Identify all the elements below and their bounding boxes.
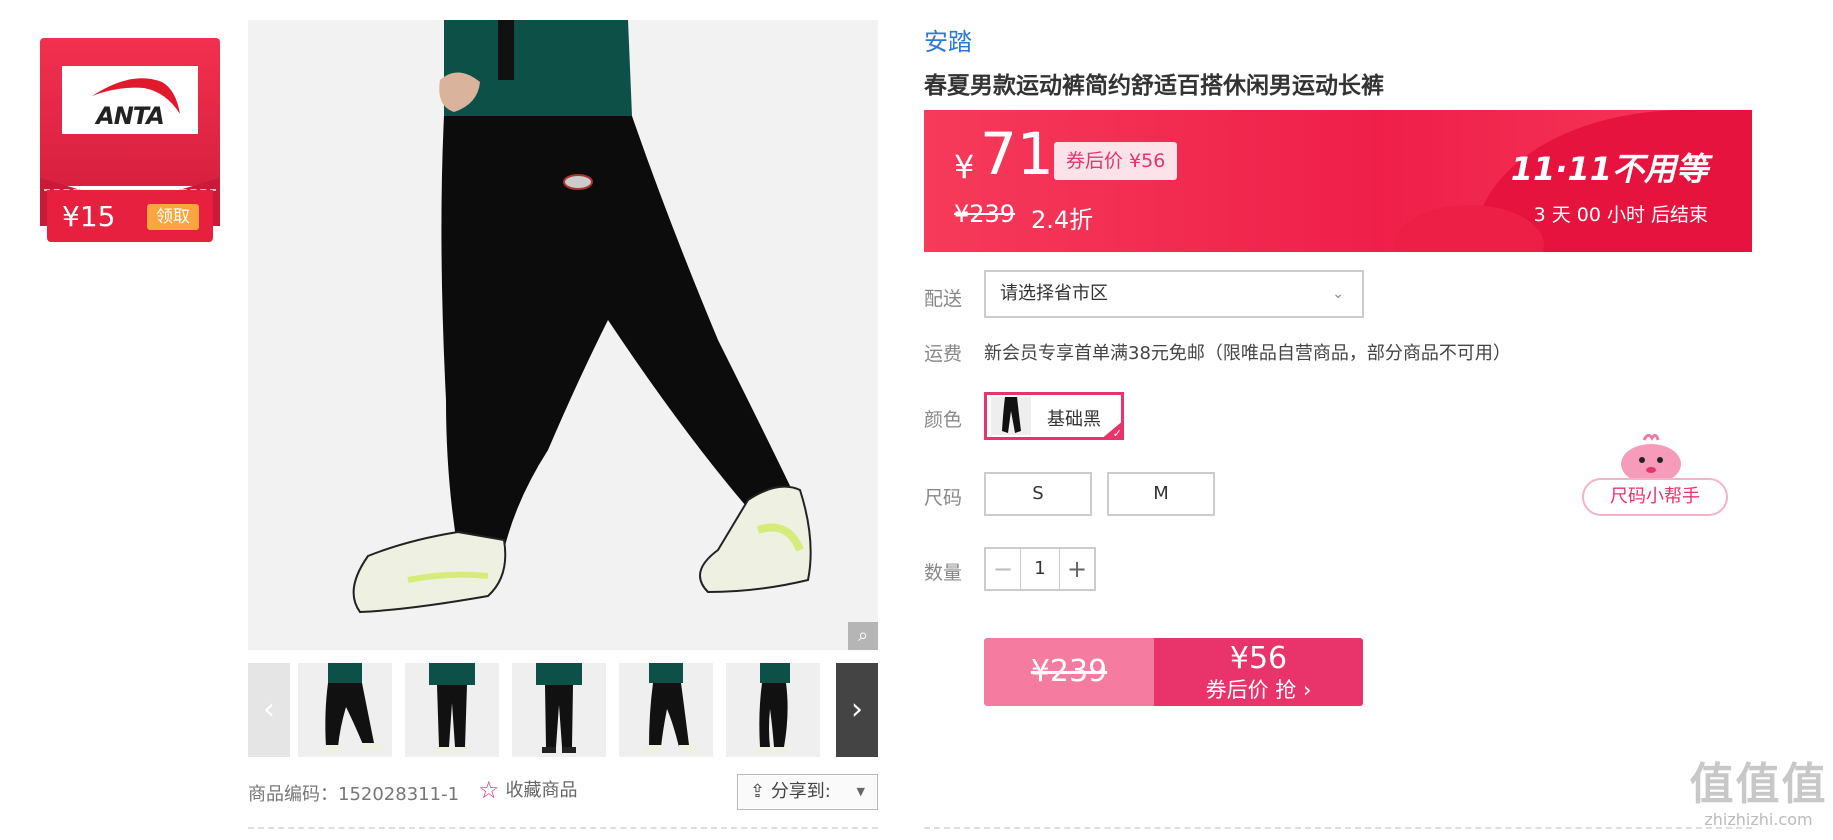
buy-cta-label: 券后价 抢 ›	[1205, 678, 1312, 702]
divider	[924, 827, 1752, 829]
caret-down-icon: ▼	[856, 785, 865, 798]
size-option-s[interactable]: S	[984, 472, 1092, 516]
after-coupon-badge: 券后价 ¥56	[1054, 142, 1178, 180]
thumbnail-image	[726, 663, 820, 757]
logo-text: ANTA	[96, 102, 165, 130]
color-name: 基础黑	[1047, 409, 1101, 430]
region-select[interactable]: 请选择省市区 ⌄	[984, 270, 1364, 318]
thumbnail[interactable]	[726, 663, 820, 757]
quantity-input[interactable]: 1	[1020, 549, 1060, 589]
product-title: 春夏男款运动裤简约舒适百搭休闲男运动长裤	[924, 73, 1384, 99]
product-sku: 商品编码：152028311-1	[248, 784, 460, 805]
anta-logo: ANTA	[62, 66, 198, 134]
thumbnail[interactable]	[619, 663, 713, 757]
divider	[248, 827, 878, 829]
size-helper[interactable]: 尺码小帮手	[1582, 432, 1730, 518]
decrease-quantity-button[interactable]: −	[986, 549, 1020, 589]
thumbnail[interactable]	[512, 663, 606, 757]
buy-with-coupon-button[interactable]: ¥56 券后价 抢 ›	[1154, 638, 1363, 706]
thumbnail[interactable]	[298, 663, 392, 757]
chevron-down-icon: ⌄	[1332, 286, 1344, 302]
size-label: 尺码	[924, 487, 963, 509]
buy-original-price[interactable]: ¥239	[984, 638, 1154, 706]
color-swatch	[991, 397, 1031, 435]
shipping-label: 运费	[924, 343, 963, 365]
share-dropdown[interactable]: ⇪ 分享到: ▼	[737, 774, 878, 810]
size-helper-label: 尺码小帮手	[1582, 478, 1728, 516]
coupon-amount: ¥15	[62, 200, 116, 233]
product-page: ANTA ¥15 领取 ⌕ ‹ › 商品编码：152028311-1 ☆ 收藏商…	[0, 0, 1833, 840]
main-product-image[interactable]: ⌕	[248, 20, 878, 650]
size-option-m[interactable]: M	[1107, 472, 1215, 516]
increase-quantity-button[interactable]: +	[1060, 549, 1094, 589]
share-icon: ⇪	[750, 781, 771, 802]
share-label: 分享到:	[770, 781, 831, 802]
shipping-text: 新会员专享首单满38元免邮（限唯品自营商品，部分商品不可用）	[984, 343, 1511, 364]
quantity-stepper: − 1 +	[984, 547, 1096, 591]
thumbnail[interactable]	[405, 663, 499, 757]
original-price: ¥239	[954, 200, 1016, 228]
thumbnail-image	[512, 663, 606, 757]
site-watermark: 值值值 zhizhizhi.com	[1686, 760, 1831, 840]
coupon-footer: ¥15 领取	[47, 190, 213, 242]
quantity-label: 数量	[924, 562, 963, 584]
color-label: 颜色	[924, 409, 963, 431]
price-panel: ¥ 71 券后价 ¥56 ¥239 2.4折 11·11不用等 3 天 00 小…	[924, 110, 1752, 252]
brand-link[interactable]: 安踏	[924, 22, 972, 57]
thumbnail-image	[298, 663, 392, 757]
buy-coupon-price: ¥56	[1229, 641, 1288, 676]
chevron-right-icon[interactable]: ›	[836, 663, 878, 757]
promo-title: 11·11不用等	[1510, 150, 1708, 188]
mascot-icon	[1621, 433, 1681, 484]
star-icon: ☆	[478, 776, 500, 804]
currency-symbol: ¥	[954, 148, 975, 186]
favorite-label: 收藏商品	[505, 780, 578, 801]
thumbnail-image	[405, 663, 499, 757]
watermark-mark: 值值值	[1689, 759, 1828, 810]
delivery-label: 配送	[924, 288, 963, 310]
region-placeholder: 请选择省市区	[1000, 283, 1108, 304]
magnifier-icon[interactable]: ⌕	[848, 622, 878, 650]
product-photo	[248, 20, 878, 650]
watermark-domain: zhizhizhi.com	[1704, 810, 1813, 829]
discount-rate: 2.4折	[1031, 206, 1094, 234]
claim-coupon-button[interactable]: 领取	[147, 204, 199, 230]
check-icon: ✓	[1100, 420, 1124, 440]
chevron-left-icon[interactable]: ‹	[248, 663, 290, 757]
favorite-button[interactable]: ☆ 收藏商品	[478, 776, 578, 804]
store-coupon-card[interactable]: ANTA ¥15 领取	[40, 38, 220, 244]
current-price: 71	[980, 120, 1054, 188]
color-option-selected[interactable]: 基础黑 ✓	[984, 392, 1124, 440]
promo-countdown: 3 天 00 小时 后结束	[1533, 204, 1708, 226]
thumbnail-image	[619, 663, 713, 757]
